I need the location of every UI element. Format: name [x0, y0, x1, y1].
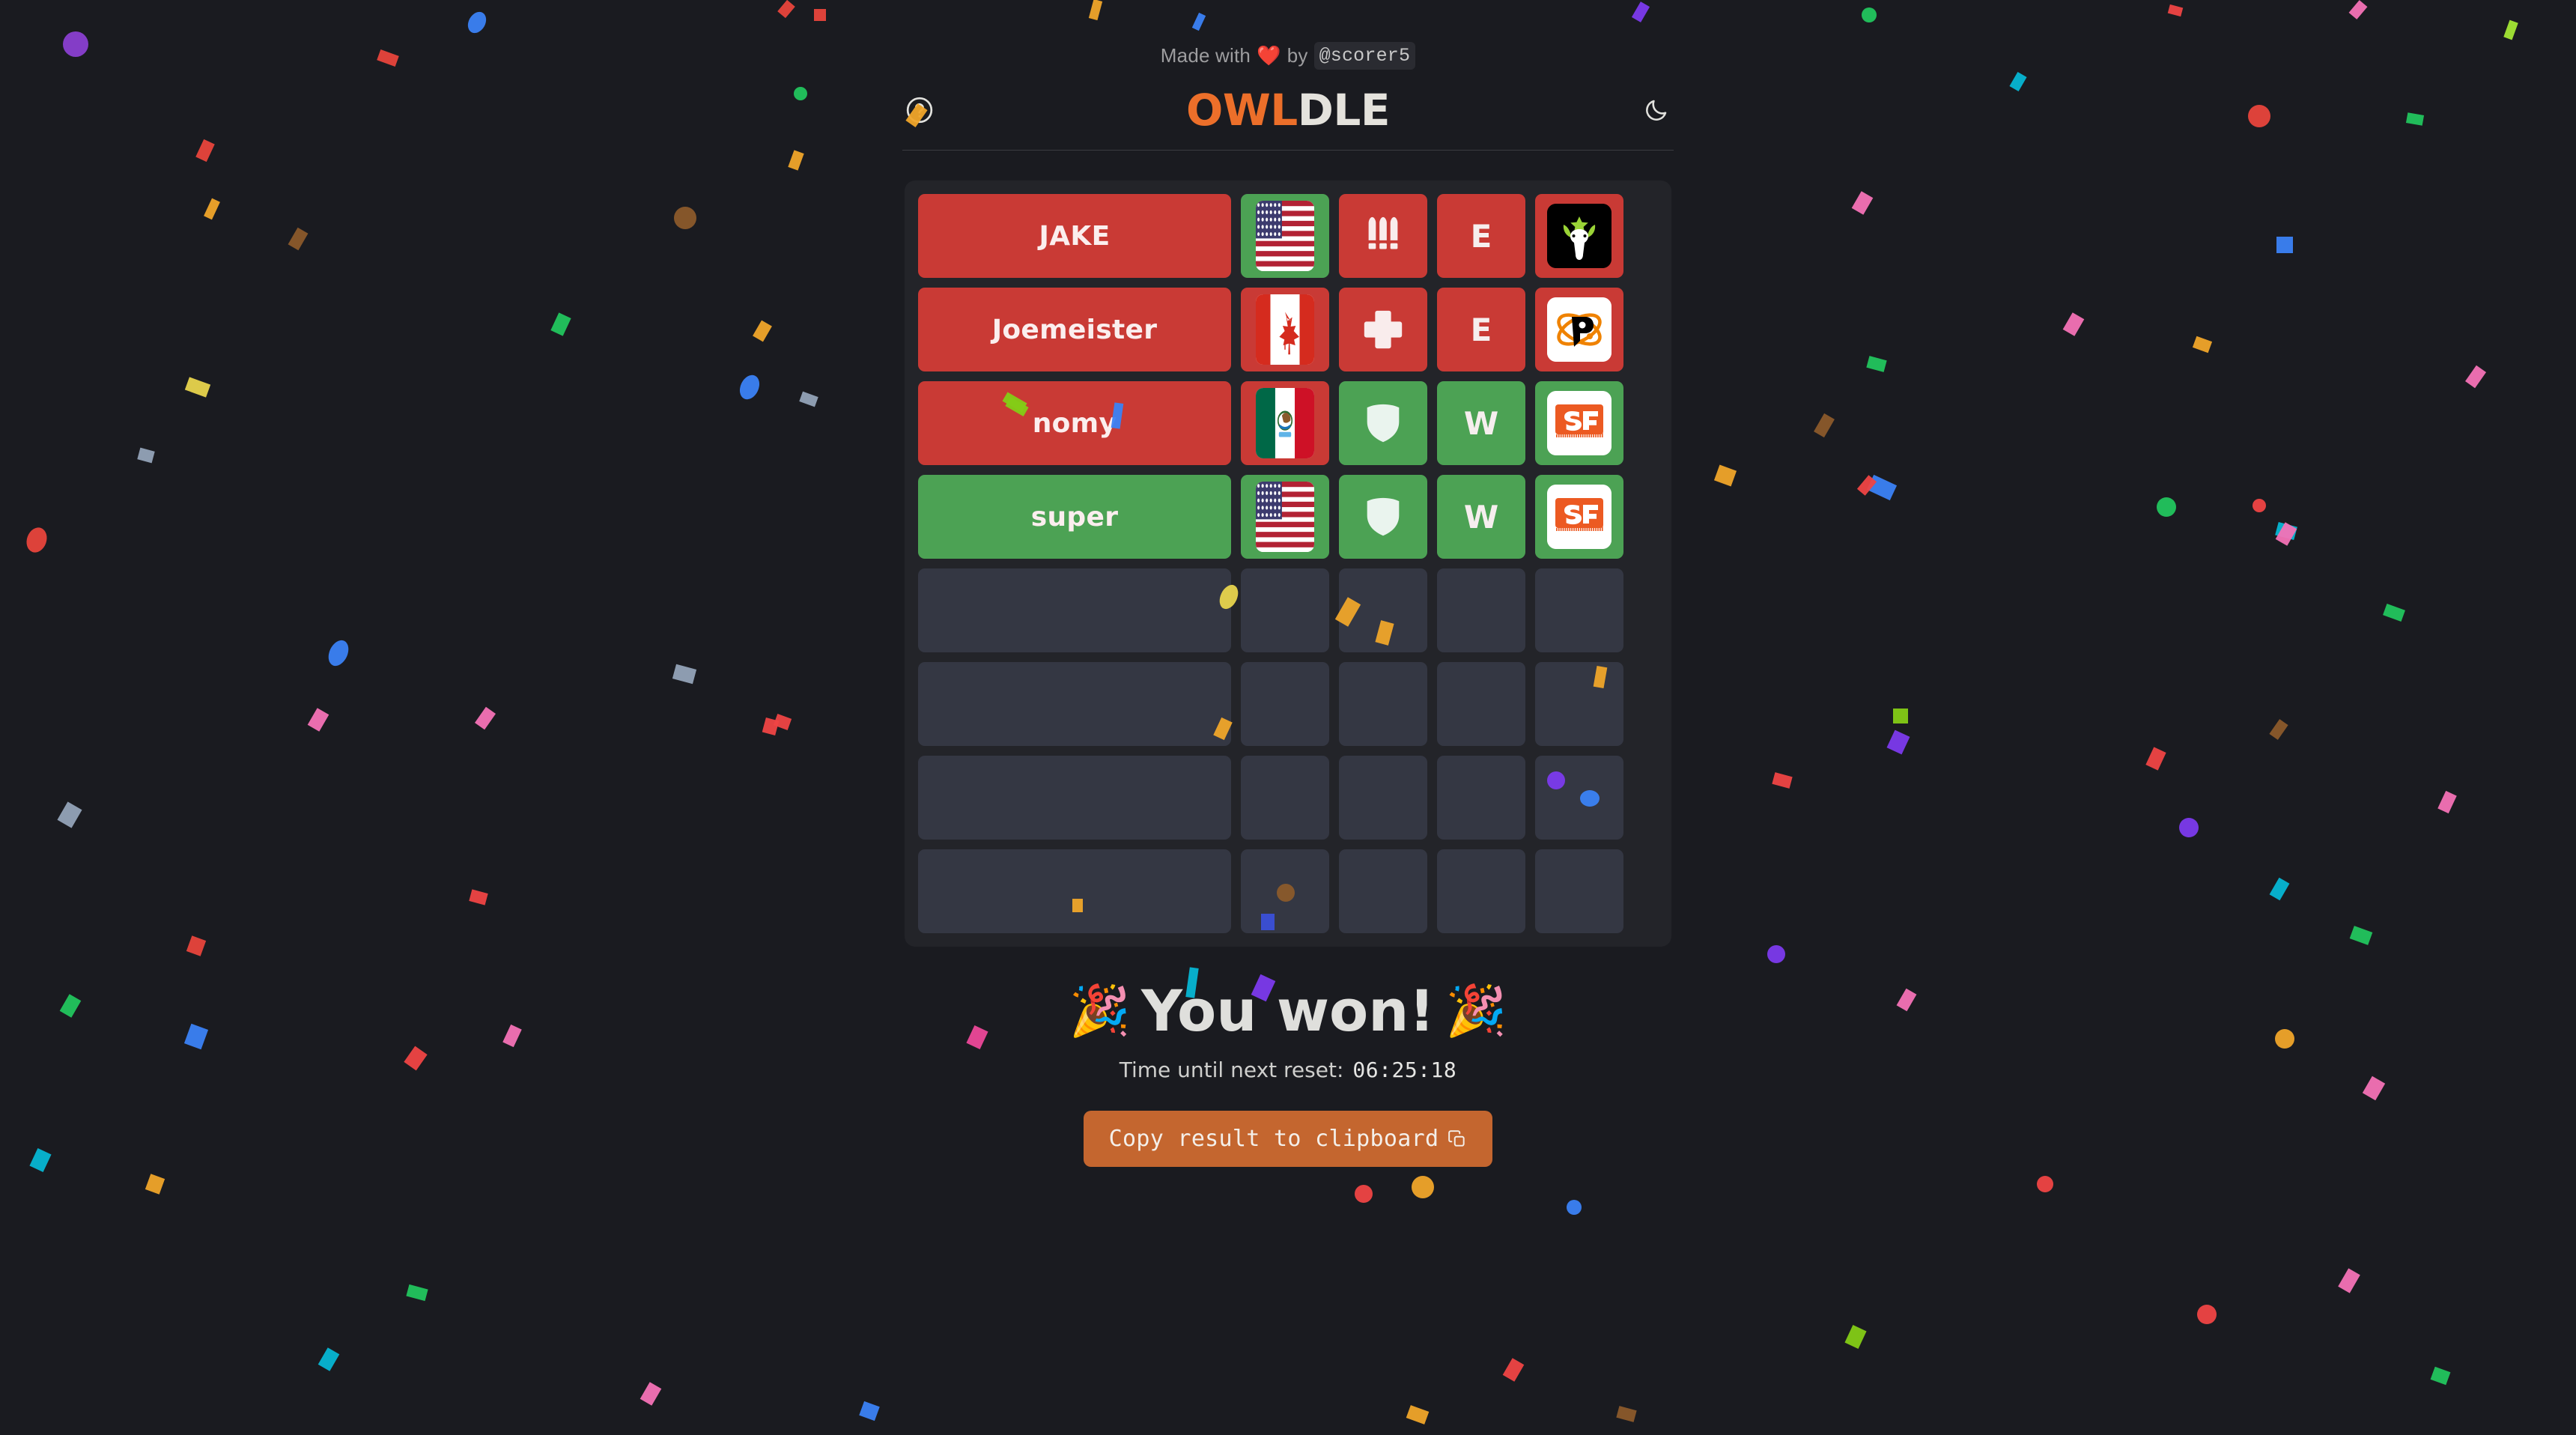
division-letter: E [1470, 217, 1492, 255]
cell-role [1339, 288, 1427, 371]
division-letter: W [1463, 404, 1499, 442]
cell-division: E [1437, 194, 1525, 278]
credit-line: Made with ❤️ by @scorer5 [1160, 41, 1416, 70]
cell-team [1535, 288, 1623, 371]
cell-player: Joemeister [918, 288, 1231, 371]
reset-countdown: 06:25:18 [1352, 1057, 1457, 1082]
app-header: OWLDLE [902, 82, 1674, 138]
team-houston-outlaws-icon [1547, 204, 1611, 268]
author-handle[interactable]: @scorer5 [1313, 41, 1416, 70]
cell-role [1339, 194, 1427, 278]
cell-division: W [1437, 381, 1525, 465]
cell-empty-division [1437, 568, 1525, 652]
cell-empty-player [918, 662, 1231, 746]
credit-by: by [1287, 43, 1308, 67]
cell-empty-country [1241, 849, 1329, 933]
help-circle-icon [905, 96, 934, 124]
flag-us-icon [1256, 482, 1314, 552]
player-name: super [1030, 501, 1119, 533]
role-tank-icon [1360, 494, 1406, 540]
page-root: Made with ❤️ by @scorer5 OWLDLE JAKE E J… [0, 0, 2576, 1435]
reset-label: Time until next reset: [1119, 1057, 1344, 1082]
moon-icon [1643, 97, 1670, 124]
cell-player: super [918, 475, 1231, 559]
cell-empty-country [1241, 756, 1329, 840]
team-philadelphia-fusion-icon [1547, 297, 1611, 362]
cell-empty-team [1535, 756, 1623, 840]
copy-result-button[interactable]: Copy result to clipboard [1083, 1110, 1493, 1167]
cell-role [1339, 475, 1427, 559]
flag-ca-icon [1256, 294, 1314, 365]
player-name: JAKE [1039, 220, 1111, 252]
guess-row [918, 849, 1658, 933]
cell-empty-division [1437, 662, 1525, 746]
cell-empty-country [1241, 662, 1329, 746]
help-button[interactable] [902, 93, 937, 127]
result-section: 🎉 You won! 🎉 Time until next reset: 06:2… [1069, 981, 1507, 1167]
cell-player: nomy [918, 381, 1231, 465]
guess-row: Joemeister E [918, 288, 1658, 371]
theme-toggle-button[interactable] [1639, 93, 1674, 127]
team-san-francisco-shock-icon [1547, 391, 1611, 455]
cell-empty-team [1535, 568, 1623, 652]
cell-country [1241, 475, 1329, 559]
win-message: 🎉 You won! 🎉 [1069, 981, 1507, 1041]
cell-empty-role [1339, 662, 1427, 746]
cell-player: JAKE [918, 194, 1231, 278]
party-popper-icon-right: 🎉 [1445, 982, 1507, 1040]
role-damage-icon [1360, 213, 1406, 259]
cell-team [1535, 381, 1623, 465]
cell-empty-role [1339, 568, 1427, 652]
cell-country [1241, 288, 1329, 371]
guess-row [918, 568, 1658, 652]
logo-dle: DLE [1297, 85, 1391, 136]
division-letter: W [1463, 498, 1499, 536]
reset-timer: Time until next reset: 06:25:18 [1120, 1058, 1457, 1082]
cell-division: W [1437, 475, 1525, 559]
cell-team [1535, 194, 1623, 278]
cell-empty-country [1241, 568, 1329, 652]
guess-row: super W [918, 475, 1658, 559]
copy-button-label: Copy result to clipboard [1108, 1125, 1439, 1152]
flag-us-icon [1256, 201, 1314, 271]
win-text: You won! [1140, 977, 1436, 1044]
role-support-icon [1360, 306, 1406, 353]
cell-team [1535, 475, 1623, 559]
player-name: nomy [1032, 407, 1117, 439]
page-title: OWLDLE [1186, 88, 1390, 132]
cell-empty-role [1339, 756, 1427, 840]
logo-owl: OWL [1186, 85, 1298, 136]
cell-empty-role [1339, 849, 1427, 933]
cell-empty-player [918, 568, 1231, 652]
guess-row: nomy W [918, 381, 1658, 465]
cell-role [1339, 381, 1427, 465]
cell-empty-player [918, 756, 1231, 840]
party-popper-icon-left: 🎉 [1069, 982, 1131, 1040]
division-letter: E [1470, 311, 1492, 348]
cell-empty-division [1437, 756, 1525, 840]
guess-row: JAKE E [918, 194, 1658, 278]
guess-row [918, 662, 1658, 746]
copy-icon [1448, 1129, 1467, 1148]
cell-empty-player [918, 849, 1231, 933]
cell-country [1241, 381, 1329, 465]
flag-mx-icon [1256, 388, 1314, 458]
cell-division: E [1437, 288, 1525, 371]
guess-row [918, 756, 1658, 840]
cell-empty-division [1437, 849, 1525, 933]
header-divider [902, 150, 1674, 151]
cell-empty-team [1535, 849, 1623, 933]
role-tank-icon [1360, 400, 1406, 446]
player-name: Joemeister [991, 314, 1158, 345]
team-san-francisco-shock-icon [1547, 485, 1611, 549]
heart-icon: ❤️ [1257, 44, 1281, 67]
cell-empty-team [1535, 662, 1623, 746]
credit-prefix: Made with [1160, 43, 1251, 67]
cell-country [1241, 194, 1329, 278]
guess-board: JAKE E Joemeister Enomy Wsuper W [905, 180, 1671, 947]
